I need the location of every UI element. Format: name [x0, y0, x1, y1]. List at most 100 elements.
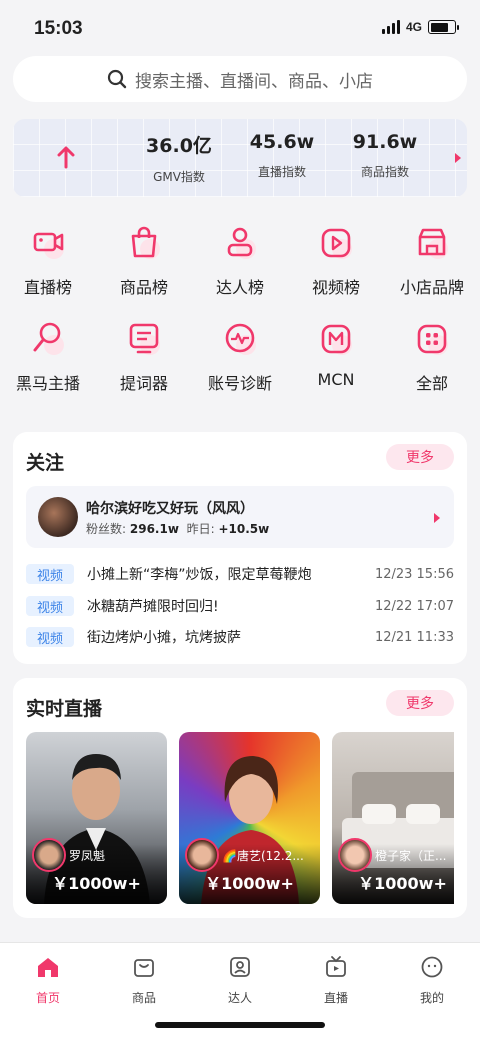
video-time: 12/23 15:56: [374, 566, 454, 582]
store-icon: [418, 228, 448, 259]
tab-label: 直播: [323, 991, 348, 1005]
tool-label: 商品榜: [119, 278, 168, 297]
grid-icon: [417, 324, 448, 355]
tv-icon: [326, 956, 346, 977]
video-row[interactable]: 视频 冰糖葫芦摊限时回归! 12/22 17:07: [26, 595, 454, 617]
person-icon: [227, 227, 256, 259]
chevron-right-icon[interactable]: [455, 153, 461, 163]
pulse-icon: [225, 323, 256, 355]
tab-label: 我的: [419, 991, 444, 1005]
trend-up-icon: [57, 146, 75, 169]
stat-value: 36.0亿: [146, 135, 212, 157]
live-stream-card[interactable]: 橙子家（正... ￥1000w+: [332, 732, 454, 904]
video-row[interactable]: 视频 小摊上新“李梅”炒饭，限定草莓鞭炮 12/23 15:56: [26, 563, 454, 585]
teleprompter-icon: [129, 323, 160, 355]
tool-label: 账号诊断: [207, 374, 272, 393]
tool-label: MCN: [317, 370, 355, 389]
shopping-bag-icon: [134, 959, 154, 977]
mcn-icon: [321, 324, 352, 355]
live-more-button[interactable]: 更多: [386, 690, 454, 716]
tab-label: 达人: [227, 991, 252, 1005]
tool-talent-rank[interactable]: 达人榜: [192, 222, 288, 298]
yesterday-label: 昨日:: [186, 522, 215, 536]
tool-store-brand[interactable]: 小店品牌: [384, 222, 480, 298]
status-indicators: 4G: [381, 20, 459, 34]
tool-label: 直播榜: [23, 278, 72, 297]
gmv-value: ￥1000w+: [205, 874, 294, 893]
yesterday-value: +10.5w: [218, 522, 270, 536]
search-anchor-icon: [33, 322, 64, 355]
live-card: 实时直播 更多 罗凤魁 ￥1000w+ 🌈唐艺(12.2... ￥1000w+ …: [13, 678, 467, 918]
video-title: 冰糖葫芦摊限时回归!: [87, 599, 219, 615]
tool-label: 达人榜: [215, 278, 264, 297]
tool-account-diagnosis[interactable]: 账号诊断: [192, 318, 288, 394]
video-tag: 视频: [26, 596, 74, 616]
stat-label: 直播指数: [257, 165, 306, 179]
follow-more-button[interactable]: 更多: [386, 444, 454, 470]
stat-label: GMV指数: [153, 170, 205, 184]
streamer-name: 🌈唐艺(12.2...: [222, 849, 304, 863]
index-stats-card[interactable]: 36.0亿 GMV指数 45.6w 直播指数 91.6w 商品指数: [13, 119, 467, 197]
live-stream-card[interactable]: 🌈唐艺(12.2... ￥1000w+: [179, 732, 320, 904]
tab-label: 商品: [131, 991, 156, 1005]
stat-value: 91.6w: [352, 131, 418, 153]
stat-gmv: 36.0亿 GMV指数: [129, 131, 229, 185]
live-stream-card[interactable]: 罗凤魁 ￥1000w+: [26, 732, 167, 904]
follow-title: 关注: [26, 452, 65, 474]
tool-live-rank[interactable]: 直播榜: [0, 222, 96, 298]
avatar: [38, 497, 78, 537]
signal-icon: [381, 20, 400, 34]
tool-label: 黑马主播: [15, 374, 80, 393]
network-type: 4G: [405, 20, 422, 34]
video-row[interactable]: 视频 街边烤炉小摊，坑烤披萨 12/21 11:33: [26, 626, 454, 648]
stat-live: 45.6w 直播指数: [232, 131, 332, 180]
tool-teleprompter[interactable]: 提词器: [96, 318, 192, 394]
chevron-right-icon: [434, 513, 440, 523]
tool-goods-rank[interactable]: 商品榜: [96, 222, 192, 298]
home-indicator[interactable]: [155, 1022, 325, 1028]
video-play-icon: [321, 228, 352, 259]
tool-label: 全部: [415, 374, 448, 393]
tab-talent[interactable]: 达人: [192, 955, 288, 1006]
stat-goods: 91.6w 商品指数: [335, 131, 435, 180]
tool-mcn[interactable]: MCN: [288, 318, 384, 389]
gmv-value: ￥1000w+: [52, 874, 141, 893]
search-placeholder: 搜索主播、直播间、商品、小店: [135, 71, 373, 92]
avatar: [185, 838, 219, 872]
fans-label: 粉丝数:: [86, 522, 127, 536]
shopping-bag-icon: [131, 226, 160, 259]
tool-label: 视频榜: [311, 278, 360, 297]
live-title: 实时直播: [26, 698, 103, 720]
home-icon: [38, 958, 58, 977]
stat-value: 45.6w: [249, 131, 315, 153]
search-bar[interactable]: 搜索主播、直播间、商品、小店: [13, 56, 467, 102]
tool-all[interactable]: 全部: [384, 318, 480, 394]
tool-video-rank[interactable]: 视频榜: [288, 222, 384, 298]
video-tag: 视频: [26, 627, 74, 647]
tab-home[interactable]: 首页: [0, 955, 96, 1006]
status-time: 15:03: [34, 18, 83, 39]
tab-label: 首页: [35, 991, 60, 1005]
video-time: 12/21 11:33: [374, 629, 454, 645]
account-name: 哈尔滨好吃又好玩（风风）: [86, 501, 254, 517]
battery-icon: [428, 20, 459, 34]
person-card-icon: [230, 957, 250, 977]
video-tag: 视频: [26, 564, 74, 584]
followed-account[interactable]: 哈尔滨好吃又好玩（风风） 粉丝数: 296.1w 昨日: +10.5w: [26, 486, 454, 548]
account-meta: 粉丝数: 296.1w 昨日: +10.5w: [86, 520, 269, 537]
streamer-name: 罗凤魁: [69, 849, 106, 863]
tab-goods[interactable]: 商品: [96, 955, 192, 1006]
live-camera-icon: [33, 232, 64, 259]
tool-label: 提词器: [119, 374, 168, 393]
tab-live[interactable]: 直播: [288, 955, 384, 1006]
video-time: 12/22 17:07: [374, 598, 454, 614]
status-bar: 15:03 4G: [0, 0, 480, 56]
stat-label: 商品指数: [360, 165, 409, 179]
live-stream-list[interactable]: 罗凤魁 ￥1000w+ 🌈唐艺(12.2... ￥1000w+ 橙子家（正...…: [26, 732, 454, 904]
tab-mine[interactable]: 我的: [384, 955, 480, 1006]
avatar: [32, 838, 66, 872]
tool-dark-horse[interactable]: 黑马主播: [0, 318, 96, 394]
avatar: [338, 838, 372, 872]
fans-value: 296.1w: [129, 522, 179, 536]
profile-face-icon: [421, 956, 443, 978]
